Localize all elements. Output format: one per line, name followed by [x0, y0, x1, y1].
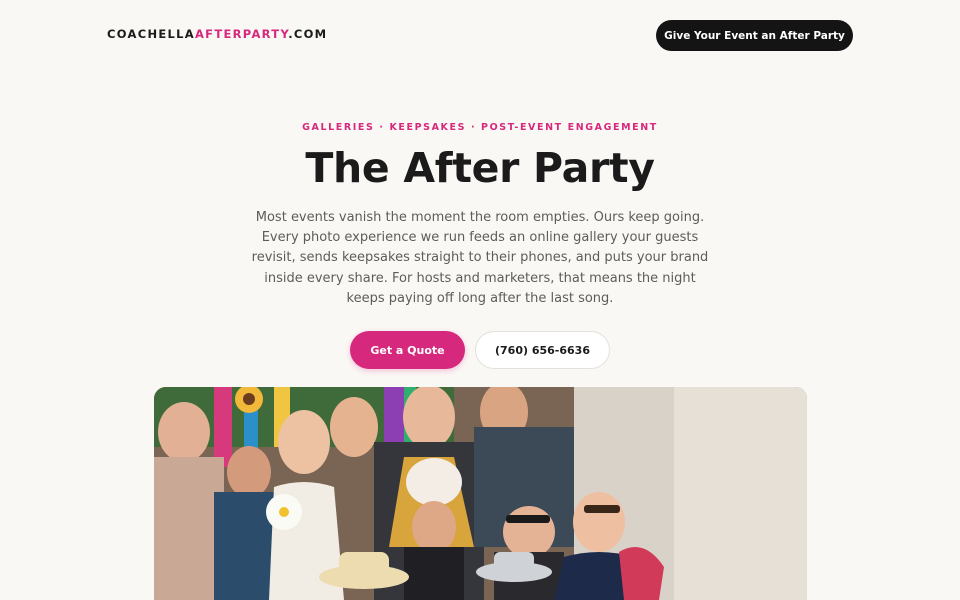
phone-button[interactable]: (760) 656-6636 — [475, 331, 610, 369]
give-event-after-party-button[interactable]: Give Your Event an After Party — [656, 20, 853, 51]
logo-accent: AFTERPARTY — [194, 27, 289, 41]
page-title: The After Party — [305, 144, 655, 192]
hero-description: Most events vanish the moment the room e… — [251, 210, 709, 306]
logo-main: COACHELLA — [107, 27, 195, 41]
get-quote-button[interactable]: Get a Quote — [350, 331, 465, 369]
site-header: COACHELLAAFTERPARTY.COM Give Your Event … — [0, 0, 960, 70]
party-photo-illustration — [154, 387, 807, 600]
site-logo[interactable]: COACHELLAAFTERPARTY.COM — [107, 27, 327, 41]
logo-tld: .COM — [288, 27, 328, 41]
hero-eyebrow: GALLERIES · KEEPSAKES · POST-EVENT ENGAG… — [302, 122, 658, 133]
party-photo — [154, 387, 807, 600]
